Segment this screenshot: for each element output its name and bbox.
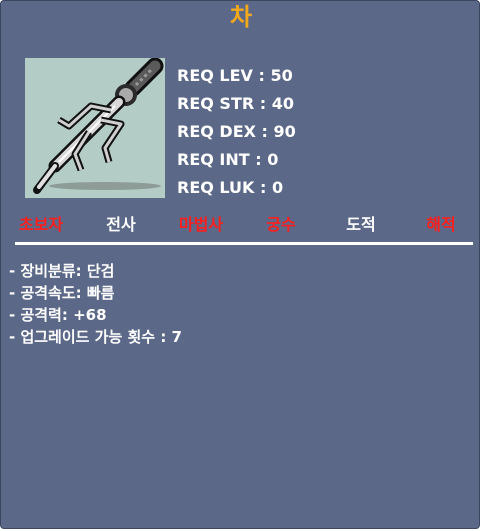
item-image [25,58,165,198]
divider [15,242,473,245]
req-str: REQ STR : 40 [177,94,294,113]
stat-upgrade-slots: - 업그레이드 가능 횟수 : 7 [9,328,182,346]
req-luk-value: 0 [271,178,284,197]
job-bowman: 궁수 [266,215,296,234]
job-warrior: 전사 [106,215,136,234]
item-tooltip: 차 REQ LEV : 50 REQ STR: 40 REQ DEX: 90… [0,0,480,529]
stat-attack-speed: - 공격속도: 빠름 [9,284,115,302]
job-thief: 도적 [346,215,376,234]
req-dex-label: REQ DEX [177,122,256,141]
req-int-label: REQ INT [177,150,250,169]
job-pirate: 해적 [426,215,456,234]
req-dex-value: 90 [273,122,296,141]
req-luk-label: REQ LUK [177,178,255,197]
stat-category: - 장비분류: 단검 [9,262,115,280]
job-list: 초보자 전사 마법사 궁수 도적 해적 [1,211,481,239]
req-level-value: 50 [270,66,293,85]
req-level-label: REQ LEV [177,66,253,85]
req-dex: REQ DEX : 90 [177,122,296,141]
item-stats: - 장비분류: 단검 - 공격속도: 빠름 - 공격력: +68 - 업그레이드… [9,260,182,348]
req-int: REQ INT : 0 [177,150,279,169]
requirements-list: REQ LEV : 50 REQ STR : 40 REQ DEX : 90 R… [177,62,296,202]
req-int-value: 0 [267,150,279,169]
item-name: 차 [229,3,253,31]
req-str-value: 40 [271,94,294,113]
stat-attack: - 공격력: +68 [9,306,107,324]
req-level: REQ LEV : 50 [177,66,293,85]
req-str-label: REQ STR [177,94,255,113]
dagger-icon [33,58,164,194]
req-luk: REQ LUK : 0 [177,178,284,197]
job-beginner: 초보자 [18,215,64,234]
job-magician: 마법사 [178,215,224,234]
